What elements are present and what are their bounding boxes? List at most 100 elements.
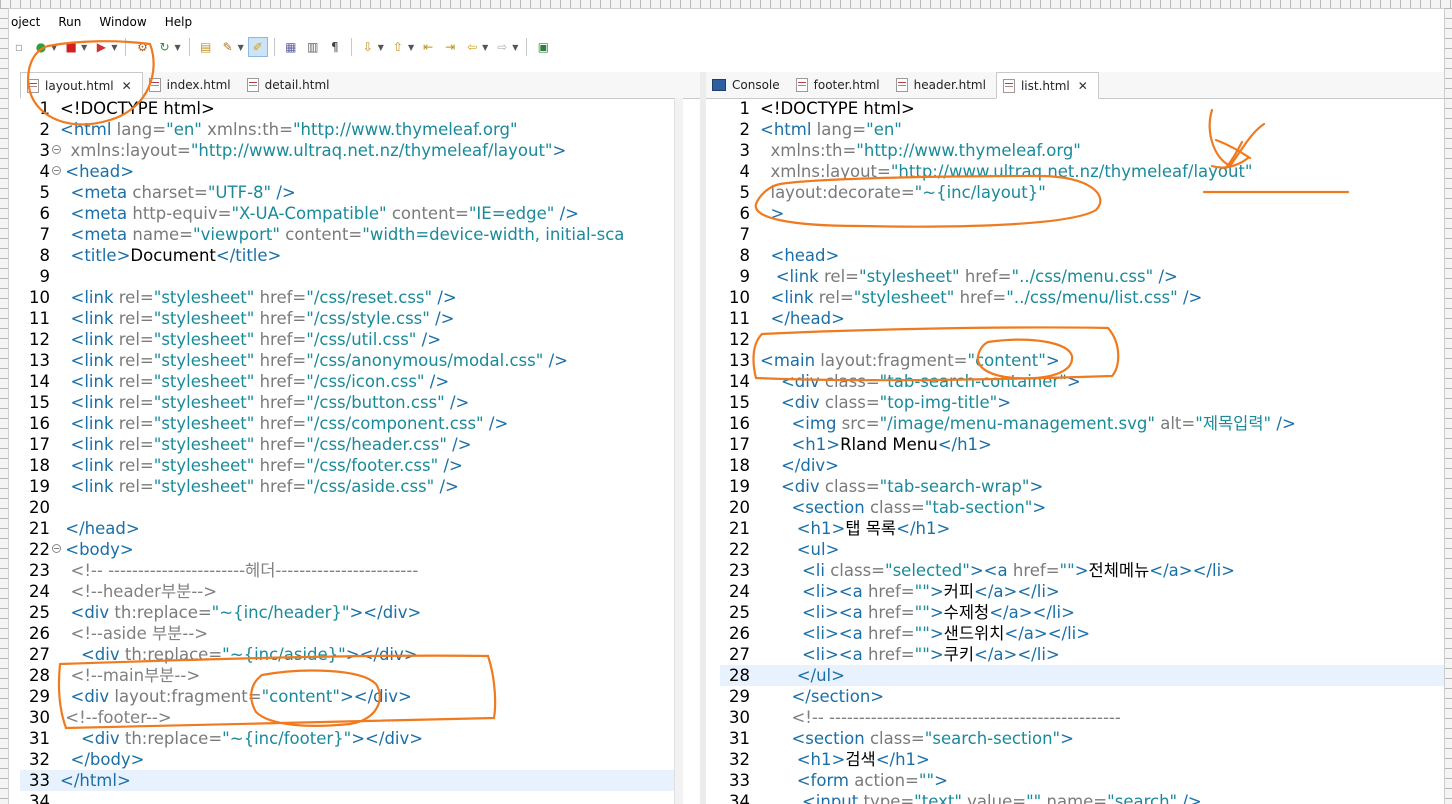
code-line[interactable]: 18 </div> — [720, 455, 1444, 476]
maximize-icon[interactable]: ▣ — [533, 37, 553, 57]
code-line[interactable]: 34 — [20, 791, 674, 804]
next-annotation-icon[interactable]: ⇩ — [358, 37, 378, 57]
chevron-down-icon[interactable]: ▼ — [111, 43, 117, 52]
code-line[interactable]: 25 <li><a href="">수제청</a></li> — [720, 602, 1444, 623]
navigate-back-icon[interactable]: ⇦ — [462, 37, 482, 57]
code-line[interactable]: 34 <input type="text" value="" name="sea… — [720, 791, 1444, 804]
tab-header-html[interactable]: header.html — [890, 72, 996, 97]
code-line[interactable]: 15 <link rel="stylesheet" href="/css/but… — [20, 392, 674, 413]
code-line[interactable]: 23 <!-- -----------------------헤더-------… — [20, 560, 674, 581]
menu-run[interactable]: Run — [56, 15, 83, 29]
chevron-down-icon[interactable]: ▼ — [482, 43, 488, 52]
code-line[interactable]: 31 <section class="search-section"> — [720, 728, 1444, 749]
debug-icon[interactable]: ▶ — [91, 37, 111, 57]
chevron-down-icon[interactable]: ▼ — [81, 43, 87, 52]
code-line[interactable]: 9 <link rel="stylesheet" href="../css/me… — [720, 266, 1444, 287]
code-line[interactable]: 9 — [20, 266, 674, 287]
code-line[interactable]: 25 <div th:replace="~{inc/header}"></div… — [20, 602, 674, 623]
code-line[interactable]: 12 <link rel="stylesheet" href="/css/uti… — [20, 329, 674, 350]
tools-icon[interactable]: ✎ — [218, 37, 238, 57]
chevron-down-icon[interactable]: ▼ — [51, 43, 57, 52]
highlight-icon[interactable]: ✐ — [247, 37, 268, 57]
chevron-down-icon[interactable]: ▼ — [512, 43, 518, 52]
code-line[interactable]: 1 <!DOCTYPE html> — [720, 98, 1444, 119]
code-line[interactable]: 24 <!--header부분--> — [20, 581, 674, 602]
code-line[interactable]: 6 <meta http-equiv="X-UA-Compatible" con… — [20, 203, 674, 224]
code-line[interactable]: 13 <main layout:fragment="content"> — [720, 350, 1444, 371]
code-line[interactable]: 11 <link rel="stylesheet" href="/css/sty… — [20, 308, 674, 329]
build-icon[interactable]: ⚙ — [132, 37, 152, 57]
open-icon[interactable]: ▤ — [196, 37, 216, 57]
code-line[interactable]: 6 > — [720, 203, 1444, 224]
right-code-editor[interactable]: 1 <!DOCTYPE html> 2 <html lang="en" 3 xmlns:… — [720, 98, 1444, 804]
code-line[interactable]: 20 <section class="tab-section"> — [720, 497, 1444, 518]
run-icon[interactable]: ● — [31, 37, 51, 57]
code-line[interactable]: 21 </head> — [20, 518, 674, 539]
tab-footer-html[interactable]: footer.html — [790, 72, 890, 97]
code-line[interactable]: 13 <link rel="stylesheet" href="/css/ano… — [20, 350, 674, 371]
code-line[interactable]: 31 <div th:replace="~{inc/footer}"></div… — [20, 728, 674, 749]
forward-icon[interactable]: ⇤ — [418, 37, 438, 57]
code-line[interactable]: 3 xmlns:th="http://www.thymeleaf.org" — [720, 140, 1444, 161]
code-line[interactable]: 32 <h1>검색</h1> — [720, 749, 1444, 770]
code-line[interactable]: 4 xmlns:layout="http://www.ultraq.net.nz… — [720, 161, 1444, 182]
tab-console[interactable]: Console — [706, 72, 790, 97]
left-code-editor[interactable]: 1 <!DOCTYPE html> 2 <html lang="en" xmlns:t… — [20, 98, 674, 804]
code-line[interactable]: 29 <div layout:fragment="content"></div> — [20, 686, 674, 707]
code-line[interactable]: 10 <link rel="stylesheet" href="../css/m… — [720, 287, 1444, 308]
stop-icon[interactable]: ■ — [61, 37, 81, 57]
code-line[interactable]: 2 <html lang="en" — [720, 119, 1444, 140]
code-line[interactable]: 30 <!--footer--> — [20, 707, 674, 728]
code-line[interactable]: 27 <li><a href="">쿠키</a></li> — [720, 644, 1444, 665]
code-line[interactable]: 28 <!--main부분--> — [20, 665, 674, 686]
code-line[interactable]: 14 <link rel="stylesheet" href="/css/ico… — [20, 371, 674, 392]
code-line[interactable]: 7 <meta name="viewport" content="width=d… — [20, 224, 674, 245]
code-line[interactable]: 26 <li><a href="">샌드위치</a></li> — [720, 623, 1444, 644]
code-line[interactable]: 17 <h1>Rland Menu</h1> — [720, 434, 1444, 455]
code-line[interactable]: 15 <div class="top-img-title"> — [720, 392, 1444, 413]
close-icon[interactable]: ✕ — [1078, 79, 1088, 93]
code-line[interactable]: 8 <head> — [720, 245, 1444, 266]
code-line[interactable]: 8 <title>Document</title> — [20, 245, 674, 266]
menu-project[interactable]: oject — [9, 15, 42, 29]
refresh-icon[interactable]: ↻ — [154, 37, 174, 57]
code-line[interactable]: 1 <!DOCTYPE html> — [20, 98, 674, 119]
tab-detail-html[interactable]: detail.html — [241, 72, 340, 97]
outline-icon[interactable]: ▦ — [281, 37, 301, 57]
code-line[interactable]: 18 <link rel="stylesheet" href="/css/foo… — [20, 455, 674, 476]
code-line[interactable]: 14 <div class="tab-search-container"> — [720, 371, 1444, 392]
code-line[interactable]: 22 <ul> — [720, 539, 1444, 560]
code-line[interactable]: 12 — [720, 329, 1444, 350]
chevron-down-icon[interactable]: ▼ — [378, 43, 384, 52]
code-line[interactable]: 21 <h1>탭 목록</h1> — [720, 518, 1444, 539]
code-line[interactable]: 29 </section> — [720, 686, 1444, 707]
properties-icon[interactable]: ▥ — [303, 37, 323, 57]
tab-layout-html[interactable]: layout.html ✕ — [20, 72, 143, 99]
code-line[interactable]: 11 </head> — [720, 308, 1444, 329]
code-line[interactable]: 16 <link rel="stylesheet" href="/css/com… — [20, 413, 674, 434]
code-line[interactable]: 26 <!--aside 부분--> — [20, 623, 674, 644]
code-line[interactable]: 5 <meta charset="UTF-8" /> — [20, 182, 674, 203]
code-line[interactable]: 19 <div class="tab-search-wrap"> — [720, 476, 1444, 497]
navigate-forward-icon[interactable]: ⇨ — [492, 37, 512, 57]
code-line[interactable]: 3− xmlns:layout="http://www.ultraq.net.n… — [20, 140, 674, 161]
code-line[interactable]: 20 — [20, 497, 674, 518]
code-line[interactable]: 10 <link rel="stylesheet" href="/css/res… — [20, 287, 674, 308]
tab-index-html[interactable]: index.html — [143, 72, 241, 97]
code-line[interactable]: 30 <!-- --------------------------------… — [720, 707, 1444, 728]
close-icon[interactable]: ✕ — [122, 79, 132, 93]
code-line[interactable]: 22− <body> — [20, 539, 674, 560]
new-icon[interactable]: ▫ — [9, 37, 29, 57]
chevron-down-icon[interactable]: ▼ — [408, 43, 414, 52]
code-line[interactable]: 17 <link rel="stylesheet" href="/css/hea… — [20, 434, 674, 455]
back-icon[interactable]: ⇥ — [440, 37, 460, 57]
code-line[interactable]: 4− <head> — [20, 161, 674, 182]
code-line[interactable]: 27 <div th:replace="~{inc/aside}"></div> — [20, 644, 674, 665]
prev-annotation-icon[interactable]: ⇧ — [388, 37, 408, 57]
code-line[interactable]: 5 layout:decorate="~{inc/layout}" — [720, 182, 1444, 203]
code-line[interactable]: 2 <html lang="en" xmlns:th="http://www.th… — [20, 119, 674, 140]
code-line[interactable]: 19 <link rel="stylesheet" href="/css/asi… — [20, 476, 674, 497]
pilcrow-icon[interactable]: ¶ — [325, 37, 345, 57]
code-line[interactable]: 32 </body> — [20, 749, 674, 770]
left-scrollbar[interactable] — [674, 98, 683, 804]
